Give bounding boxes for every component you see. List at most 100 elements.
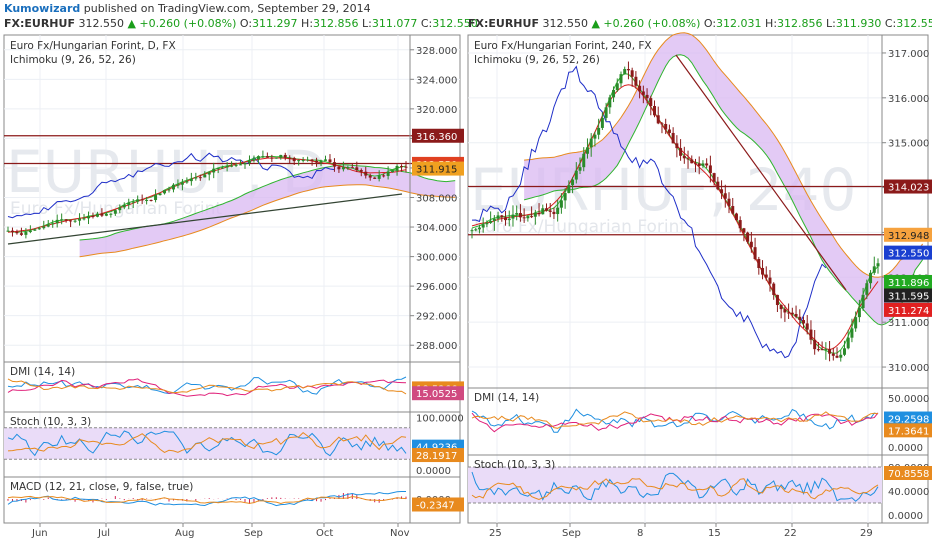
candle-body [846, 337, 850, 349]
candle-body [474, 229, 478, 231]
candle-body [638, 85, 642, 92]
candle-body [612, 89, 616, 98]
candle-body [149, 199, 153, 201]
candle-body [716, 181, 720, 190]
price-tick-label: 292.000 [416, 312, 457, 323]
candle-body [297, 160, 301, 162]
price-badge: 316.360 [412, 128, 464, 143]
candle-body [526, 216, 530, 219]
candle-body [686, 158, 690, 160]
candle-body [500, 215, 504, 218]
left-chart: EURHUF, DEuro Fx/Hungarian Forint328.000… [3, 34, 464, 539]
candle-body [675, 143, 679, 149]
candle-body [794, 313, 798, 317]
price-tick-label: 288.000 [416, 341, 457, 352]
candle-body [113, 210, 117, 214]
candle-body [400, 166, 404, 168]
candle-body [86, 215, 90, 219]
price-badge: 312.948 [884, 227, 932, 242]
candle-body [518, 213, 522, 218]
candle-body [140, 199, 144, 201]
candle-body [541, 208, 545, 215]
candle-body [368, 175, 372, 178]
candle-body [470, 230, 474, 232]
candle-body [805, 323, 809, 330]
candle-body [835, 355, 839, 358]
time-tick-label: Jul [97, 528, 110, 539]
candle-body [19, 233, 23, 235]
candle-body [24, 232, 28, 235]
candle-body [775, 294, 779, 306]
candle-body [279, 154, 283, 158]
candle-body [649, 98, 653, 107]
candle-body [585, 147, 589, 154]
candle-body [634, 76, 638, 86]
price-tick-label: 310.000 [888, 363, 929, 374]
price-badge: -0.2347 [412, 497, 464, 512]
candle-body [386, 172, 390, 176]
candle-body [252, 159, 256, 161]
candle-body [234, 165, 238, 167]
candle-body [504, 217, 508, 221]
candle-body [798, 316, 802, 321]
candle-body [239, 164, 243, 166]
candle-body [78, 218, 82, 221]
price-badge-text: 17.3641 [888, 426, 929, 437]
candle-body [373, 177, 377, 179]
candle-body [328, 159, 332, 163]
candle-body [511, 214, 515, 219]
candle-body [697, 163, 701, 166]
candle-body [567, 185, 571, 193]
candle-body [145, 199, 149, 201]
candle-body [136, 199, 140, 202]
candle-body [73, 220, 77, 222]
candle-body [571, 179, 575, 186]
candle-body [682, 155, 686, 159]
candle-body [865, 283, 869, 295]
candle-body [404, 166, 408, 168]
price-badge-text: 312.550 [888, 249, 929, 260]
candle-body [746, 232, 750, 242]
time-tick-label: 25 [489, 528, 502, 539]
candle-body [515, 213, 519, 215]
candle-body [15, 232, 19, 234]
price-badge-text: 15.0525 [416, 389, 457, 400]
candle-body [395, 166, 399, 171]
price-badge: 70.8558 [884, 466, 932, 480]
price-tick-label: 308.000 [416, 194, 457, 205]
candle-body [563, 192, 567, 201]
candle-body [772, 283, 776, 295]
candle-body [359, 170, 363, 172]
candle-body [189, 178, 193, 182]
candle-body [507, 218, 511, 221]
panel-label: DMI (14, 14) [10, 366, 75, 378]
chart-title: Euro Fx/Hungarian Forint, D, FX [10, 40, 176, 52]
candle-body [207, 172, 211, 175]
candle-body [790, 312, 794, 314]
candle-body [292, 157, 296, 162]
charts-canvas[interactable]: EURHUF, DEuro Fx/Hungarian Forint328.000… [0, 0, 932, 550]
candle-body [608, 97, 612, 108]
candle-body [854, 317, 858, 329]
candle-body [645, 94, 649, 99]
price-badge-text: 311.896 [888, 278, 929, 289]
candle-body [723, 193, 727, 199]
time-tick-label: Oct [316, 528, 333, 539]
candle-body [310, 159, 314, 161]
candle-body [489, 220, 493, 223]
price-badge: 311.595 [884, 288, 932, 303]
candle-body [701, 163, 705, 166]
candle-body [230, 165, 234, 167]
candle-body [324, 159, 328, 161]
indicator-label: Ichimoku (9, 26, 52, 26) [474, 54, 600, 66]
price-tick-label: 304.000 [416, 223, 457, 234]
candle-body [167, 189, 171, 191]
candle-body [37, 228, 41, 230]
candle-body [693, 163, 697, 165]
time-tick-label: 8 [637, 528, 643, 539]
candle-body [127, 202, 131, 205]
chart-title: Euro Fx/Hungarian Forint, 240, FX [474, 40, 652, 52]
candle-body [364, 171, 368, 176]
candle-body [537, 212, 541, 215]
panel-tick-label: 50.0000 [888, 394, 929, 405]
